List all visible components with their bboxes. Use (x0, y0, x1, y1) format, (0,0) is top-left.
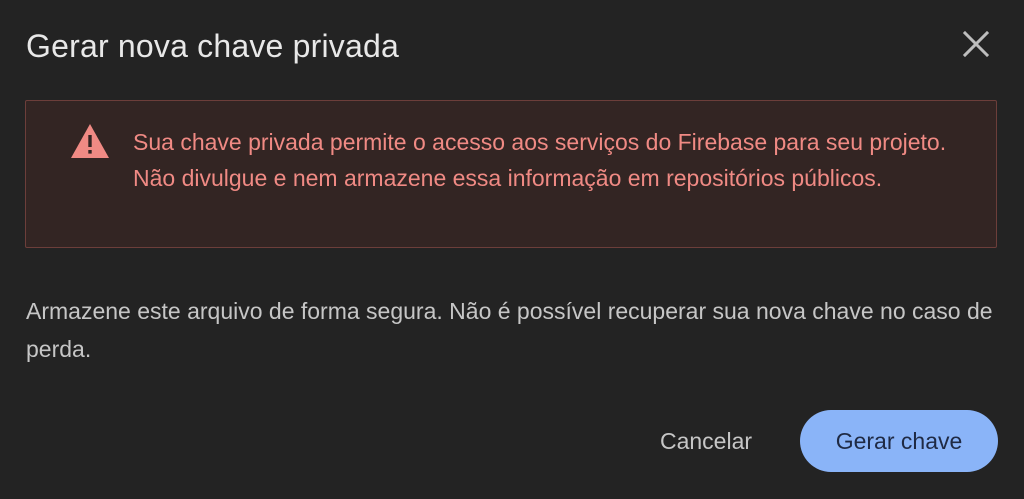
warning-banner: Sua chave privada permite o acesso aos s… (25, 100, 997, 248)
generate-key-dialog: Gerar nova chave privada Sua chave priva… (0, 0, 1024, 499)
cancel-button[interactable]: Cancelar (636, 411, 776, 471)
generate-key-button[interactable]: Gerar chave (800, 410, 998, 472)
dialog-title: Gerar nova chave privada (26, 28, 400, 64)
warning-triangle-icon (71, 124, 109, 158)
close-button[interactable] (956, 24, 996, 64)
close-icon (962, 30, 990, 58)
warning-text: Sua chave privada permite o acesso aos s… (133, 129, 947, 191)
dialog-body-text: Armazene este arquivo de forma segura. N… (26, 298, 993, 362)
